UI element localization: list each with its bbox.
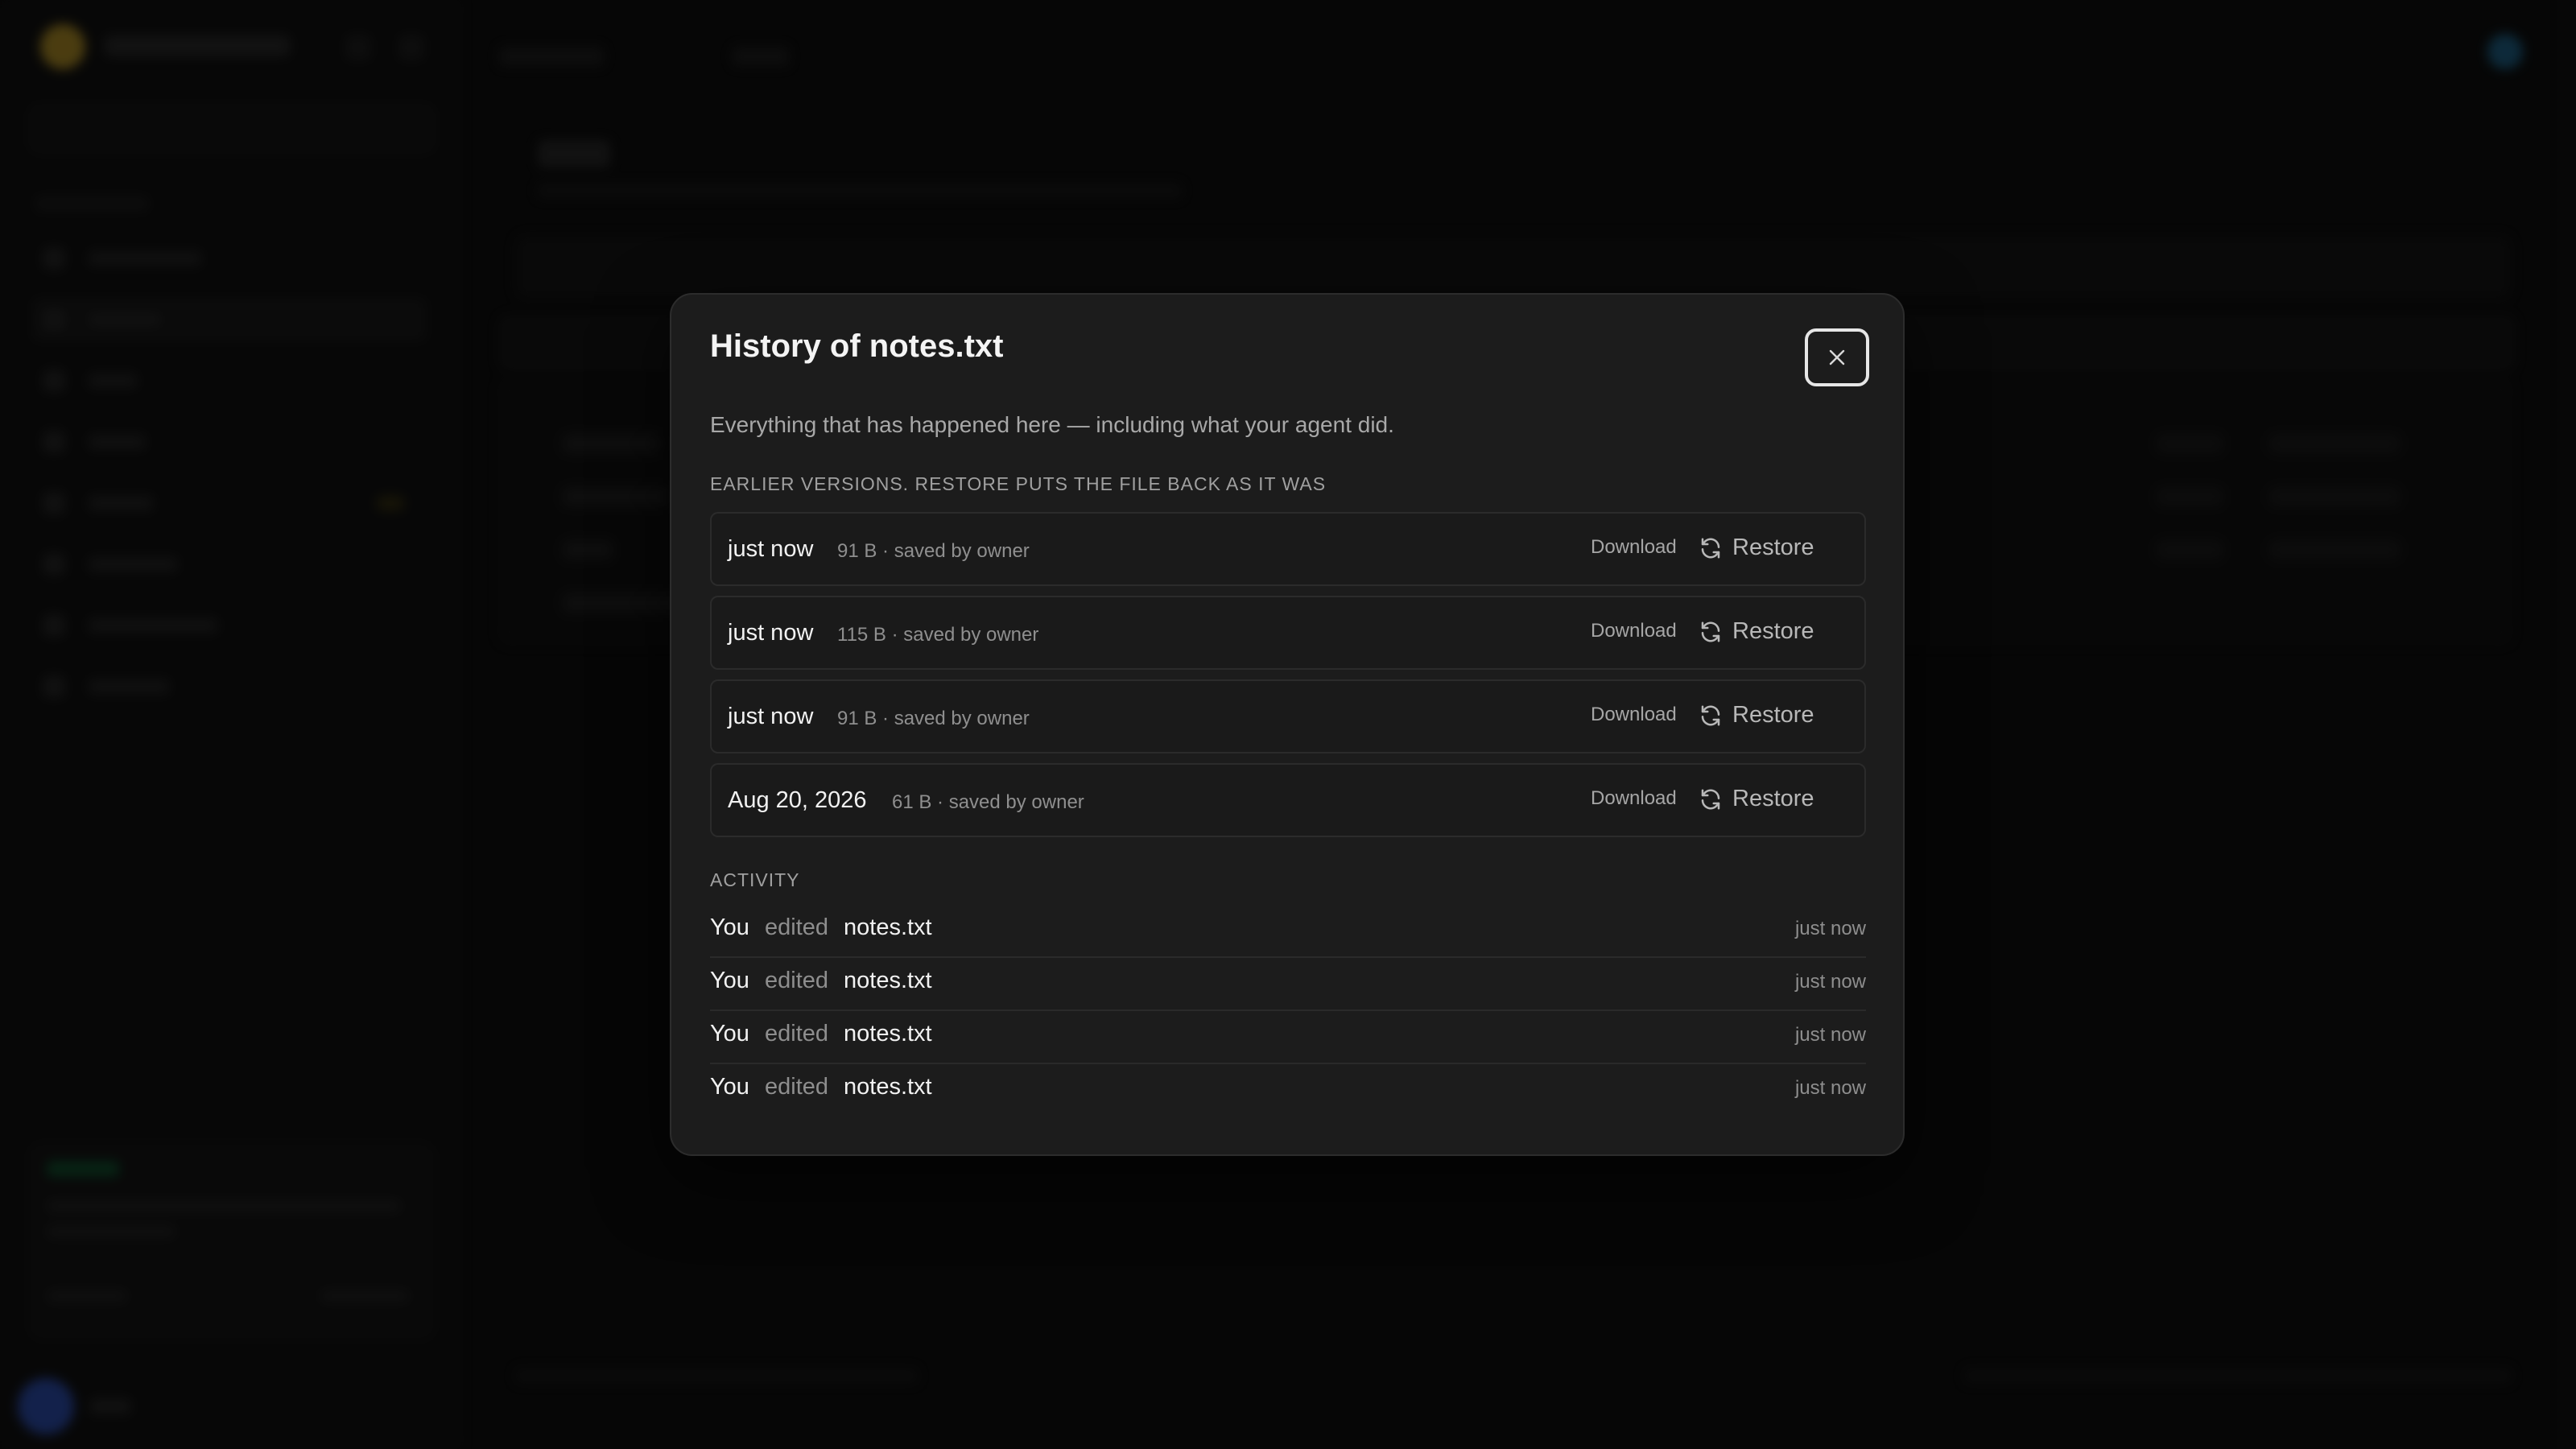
version-time: Aug 20, 2026 [728, 787, 867, 813]
download-button[interactable]: Download [1591, 787, 1677, 810]
activity-file: notes.txt [844, 968, 932, 993]
activity-verb: edited [765, 1021, 829, 1046]
activity-actor: You [710, 1021, 749, 1046]
activity-actor: You [710, 968, 749, 993]
activity-row: You edited notes.txt just now [710, 1011, 1866, 1064]
restore-button[interactable]: Restore [1699, 786, 1814, 812]
version-meta: 91 B · saved by owner [837, 540, 1030, 562]
version-row: just now 91 B · saved by owner Download … [710, 512, 1866, 586]
restore-button[interactable]: Restore [1699, 618, 1814, 645]
restore-label: Restore [1732, 618, 1814, 644]
download-button[interactable]: Download [1591, 704, 1677, 726]
dialog-description: Everything that has happened here — incl… [710, 412, 1394, 437]
versions-list: just now 91 B · saved by owner Download … [710, 512, 1866, 847]
restore-button[interactable]: Restore [1699, 702, 1814, 729]
restore-icon [1701, 621, 1720, 642]
download-button[interactable]: Download [1591, 536, 1677, 559]
activity-row: You edited notes.txt just now [710, 958, 1866, 1011]
activity-file: notes.txt [844, 1021, 932, 1046]
activity-row: You edited notes.txt just now [710, 905, 1866, 958]
version-meta: 115 B · saved by owner [837, 624, 1039, 646]
version-meta: 61 B · saved by owner [892, 791, 1084, 813]
restore-button[interactable]: Restore [1699, 535, 1814, 561]
version-row: just now 115 B · saved by owner Download… [710, 596, 1866, 670]
activity-file: notes.txt [844, 914, 932, 940]
activity-actor: You [710, 1074, 749, 1100]
activity-verb: edited [765, 1074, 829, 1100]
activity-time: just now [1794, 918, 1866, 939]
version-row: Aug 20, 2026 61 B · saved by owner Downl… [710, 763, 1866, 837]
restore-icon [1701, 789, 1720, 809]
version-time: just now [728, 620, 814, 646]
restore-icon [1701, 705, 1720, 725]
restore-label: Restore [1732, 535, 1814, 560]
activity-file: notes.txt [844, 1074, 932, 1100]
activity-section-label: ACTIVITY [710, 869, 800, 890]
restore-label: Restore [1732, 702, 1814, 728]
restore-label: Restore [1732, 786, 1814, 811]
activity-actor: You [710, 914, 749, 940]
activity-verb: edited [765, 914, 829, 940]
versions-section-label: EARLIER VERSIONS. RESTORE PUTS THE FILE … [710, 473, 1327, 494]
dialog-title: History of notes.txt [710, 328, 1004, 364]
version-meta: 91 B · saved by owner [837, 708, 1030, 729]
version-time: just now [728, 704, 814, 729]
close-button[interactable] [1805, 328, 1869, 386]
close-icon [1829, 349, 1845, 365]
restore-icon [1701, 538, 1720, 558]
version-row: just now 91 B · saved by owner Download … [710, 679, 1866, 753]
history-dialog: History of notes.txt Everything that has… [670, 293, 1905, 1156]
activity-row: You edited notes.txt just now [710, 1064, 1866, 1116]
activity-time: just now [1794, 1024, 1866, 1046]
activity-time: just now [1794, 1077, 1866, 1099]
activity-time: just now [1794, 971, 1866, 993]
activity-list: You edited notes.txt just now You edited… [710, 905, 1866, 1116]
version-time: just now [728, 536, 814, 562]
activity-verb: edited [765, 968, 829, 993]
download-button[interactable]: Download [1591, 620, 1677, 642]
